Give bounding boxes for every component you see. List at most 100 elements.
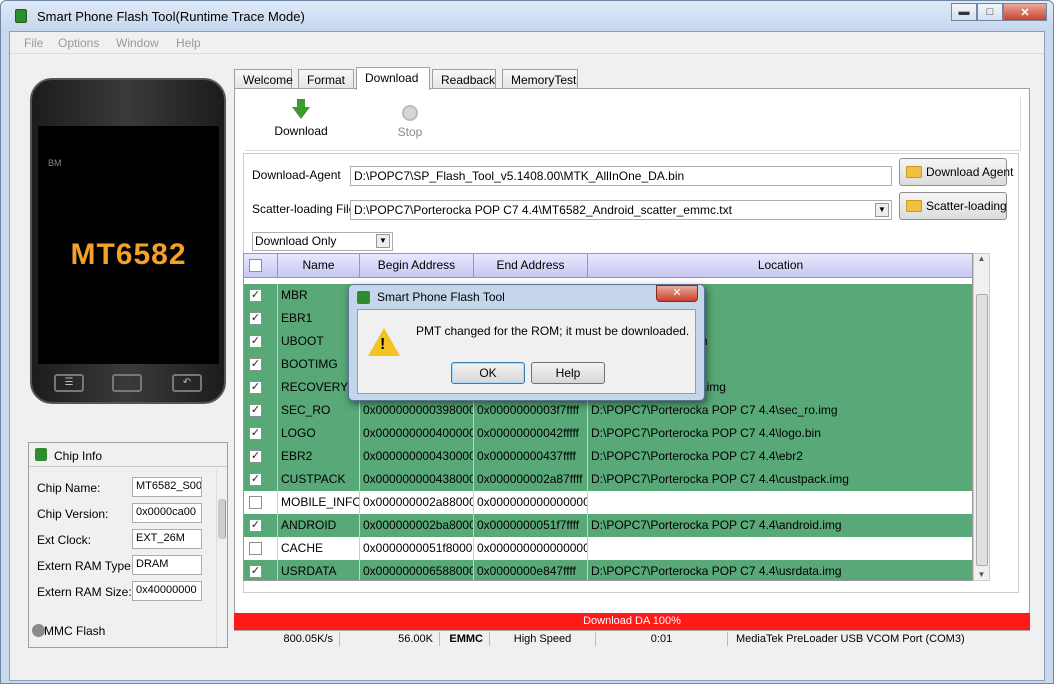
- tab-welcome[interactable]: Welcome: [234, 69, 293, 89]
- cell-begin: 0x000000002a880000: [360, 491, 474, 514]
- dialog-close-icon[interactable]: ✕: [656, 285, 698, 302]
- status-usb-speed: High Speed: [490, 632, 596, 646]
- dialog-app-icon: [357, 291, 370, 304]
- cell-end: 0x0000000000000000: [474, 491, 588, 514]
- chevron-down-icon[interactable]: ▼: [376, 234, 390, 248]
- download-button-label: Download: [274, 124, 328, 138]
- close-icon[interactable]: ✕: [1003, 3, 1047, 21]
- ram-size-field[interactable]: 0x40000000: [132, 581, 202, 601]
- folder-icon: [906, 200, 922, 212]
- ok-button[interactable]: OK: [451, 362, 525, 384]
- cell-end: 0x00000000437ffff: [474, 445, 588, 468]
- tab-format[interactable]: Format: [298, 69, 354, 89]
- chip-info-header[interactable]: Chip Info: [29, 443, 227, 467]
- row-checkbox[interactable]: ✓: [249, 358, 262, 371]
- menu-file[interactable]: File: [24, 36, 43, 50]
- tab-readback[interactable]: Readback: [432, 69, 496, 89]
- table-row[interactable]: ✓ LOGO 0x0000000004000000 0x00000000042ffff…: [244, 422, 972, 445]
- scroll-down-icon[interactable]: ▼: [974, 570, 989, 579]
- download-agent-button[interactable]: Download Agent: [899, 158, 1013, 186]
- row-checkbox[interactable]: ✓: [249, 381, 262, 394]
- scatter-loading-button[interactable]: Scatter-loading: [899, 192, 1007, 220]
- column-header-begin[interactable]: Begin Address: [360, 254, 474, 278]
- row-checkbox[interactable]: [249, 496, 262, 509]
- home-key-icon: [112, 374, 142, 392]
- cell-location: [588, 491, 972, 514]
- table-row[interactable]: ✓ USRDATA 0x0000000065880000 0x0000000e847f…: [244, 560, 972, 580]
- chip-row-label: Chip Name:: [37, 481, 101, 495]
- cell-name: LOGO: [278, 422, 360, 445]
- scroll-thumb[interactable]: [976, 294, 988, 566]
- table-row[interactable]: ✓ CUSTPACK 0x0000000004380000 0x000000002a8…: [244, 468, 972, 491]
- cell-begin: 0x0000000003980000: [360, 399, 474, 422]
- menu-help[interactable]: Help: [176, 36, 201, 50]
- row-checkbox[interactable]: ✓: [249, 404, 262, 417]
- scroll-up-icon[interactable]: ▲: [974, 254, 989, 263]
- table-row[interactable]: ✓ ANDROID 0x000000002ba80000 0x0000000051f7…: [244, 514, 972, 537]
- menu-options[interactable]: Options: [58, 36, 99, 50]
- ram-type-field[interactable]: DRAM: [132, 555, 202, 575]
- table-row[interactable]: ✓ SEC_RO 0x0000000003980000 0x0000000003f7f…: [244, 399, 972, 422]
- maximize-icon[interactable]: □: [977, 3, 1003, 21]
- cell-end: 0x0000000003f7ffff: [474, 399, 588, 422]
- cell-end: 0x00000000042fffff: [474, 422, 588, 445]
- table-row[interactable]: MOBILE_INFO 0x000000002a880000 0x000000000…: [244, 491, 972, 514]
- ext-clock-field[interactable]: EXT_26M: [132, 529, 202, 549]
- cell-end: 0x0000000000000000: [474, 537, 588, 560]
- row-checkbox[interactable]: ✓: [249, 427, 262, 440]
- row-checkbox[interactable]: ✓: [249, 450, 262, 463]
- select-all-cell: [244, 254, 278, 278]
- scatter-file-label: Scatter-loading File: [252, 202, 356, 216]
- help-button[interactable]: Help: [531, 362, 605, 384]
- column-header-location[interactable]: Location: [588, 254, 972, 278]
- row-checkbox[interactable]: ✓: [249, 565, 262, 578]
- minimize-icon[interactable]: ▬: [951, 3, 977, 21]
- tab-memorytest[interactable]: MemoryTest: [502, 69, 578, 89]
- stop-button[interactable]: Stop: [385, 97, 435, 139]
- emmc-flash-header[interactable]: EMMC Flash: [32, 624, 105, 638]
- column-header-name[interactable]: Name: [278, 254, 360, 278]
- row-checkbox[interactable]: ✓: [249, 473, 262, 486]
- row-checkbox-cell: ✓: [244, 353, 278, 376]
- chip-version-field[interactable]: 0x0000ca00: [132, 503, 202, 523]
- column-header-end[interactable]: End Address: [474, 254, 588, 278]
- download-mode-value: Download Only: [255, 234, 337, 248]
- cell-name: SEC_RO: [278, 399, 360, 422]
- warning-exclamation: !: [380, 336, 386, 353]
- row-checkbox[interactable]: ✓: [249, 335, 262, 348]
- select-all-checkbox[interactable]: [249, 259, 262, 272]
- phone-brand: BM: [48, 158, 62, 168]
- cell-begin: 0x0000000051f80000: [360, 537, 474, 560]
- download-agent-input[interactable]: D:\POPC7\SP_Flash_Tool_v5.1408.00\MTK_Al…: [350, 166, 892, 186]
- cell-name: CUSTPACK: [278, 468, 360, 491]
- table-scrollbar[interactable]: ▲ ▼: [973, 253, 990, 581]
- chip-info-scrollbar[interactable]: [216, 469, 226, 647]
- folder-icon: [906, 166, 922, 178]
- dialog-title: Smart Phone Flash Tool: [377, 290, 505, 304]
- dialog-body: ! PMT changed for the ROM; it must be do…: [357, 309, 696, 394]
- app-icon: [15, 9, 27, 23]
- row-checkbox[interactable]: ✓: [249, 289, 262, 302]
- menu-window[interactable]: Window: [116, 36, 159, 50]
- scatter-file-select[interactable]: D:\POPC7\Porterocka POP C7 4.4\MT6582_An…: [350, 200, 892, 220]
- tab-download[interactable]: Download: [356, 67, 430, 90]
- table-row[interactable]: ✓ EBR2 0x0000000004300000 0x00000000437ffff…: [244, 445, 972, 468]
- table-row[interactable]: CACHE 0x0000000051f80000 0x000000000000000…: [244, 537, 972, 560]
- download-agent-label: Download-Agent: [252, 168, 341, 182]
- download-button[interactable]: Download: [269, 97, 333, 138]
- row-checkbox[interactable]: [249, 542, 262, 555]
- chip-name-field[interactable]: MT6582_S00: [132, 477, 202, 497]
- chevron-down-icon[interactable]: ▼: [875, 203, 889, 217]
- row-checkbox-cell: ✓: [244, 376, 278, 399]
- row-checkbox[interactable]: ✓: [249, 519, 262, 532]
- scatter-file-value: D:\POPC7\Porterocka POP C7 4.4\MT6582_An…: [354, 203, 732, 217]
- cell-location: D:\POPC7\Porterocka POP C7 4.4\logo.bin: [588, 422, 972, 445]
- chip-row: Chip Version: 0x0000ca00: [37, 503, 217, 525]
- chip-row: Extern RAM Type: DRAM: [37, 555, 217, 577]
- row-checkbox[interactable]: ✓: [249, 312, 262, 325]
- download-mode-select[interactable]: Download Only ▼: [252, 232, 393, 251]
- back-key-icon: ↶: [172, 374, 202, 392]
- cell-location: D:\POPC7\Porterocka POP C7 4.4\android.i…: [588, 514, 972, 537]
- row-checkbox-cell: [244, 491, 278, 514]
- table-header: Name Begin Address End Address Location: [244, 254, 972, 278]
